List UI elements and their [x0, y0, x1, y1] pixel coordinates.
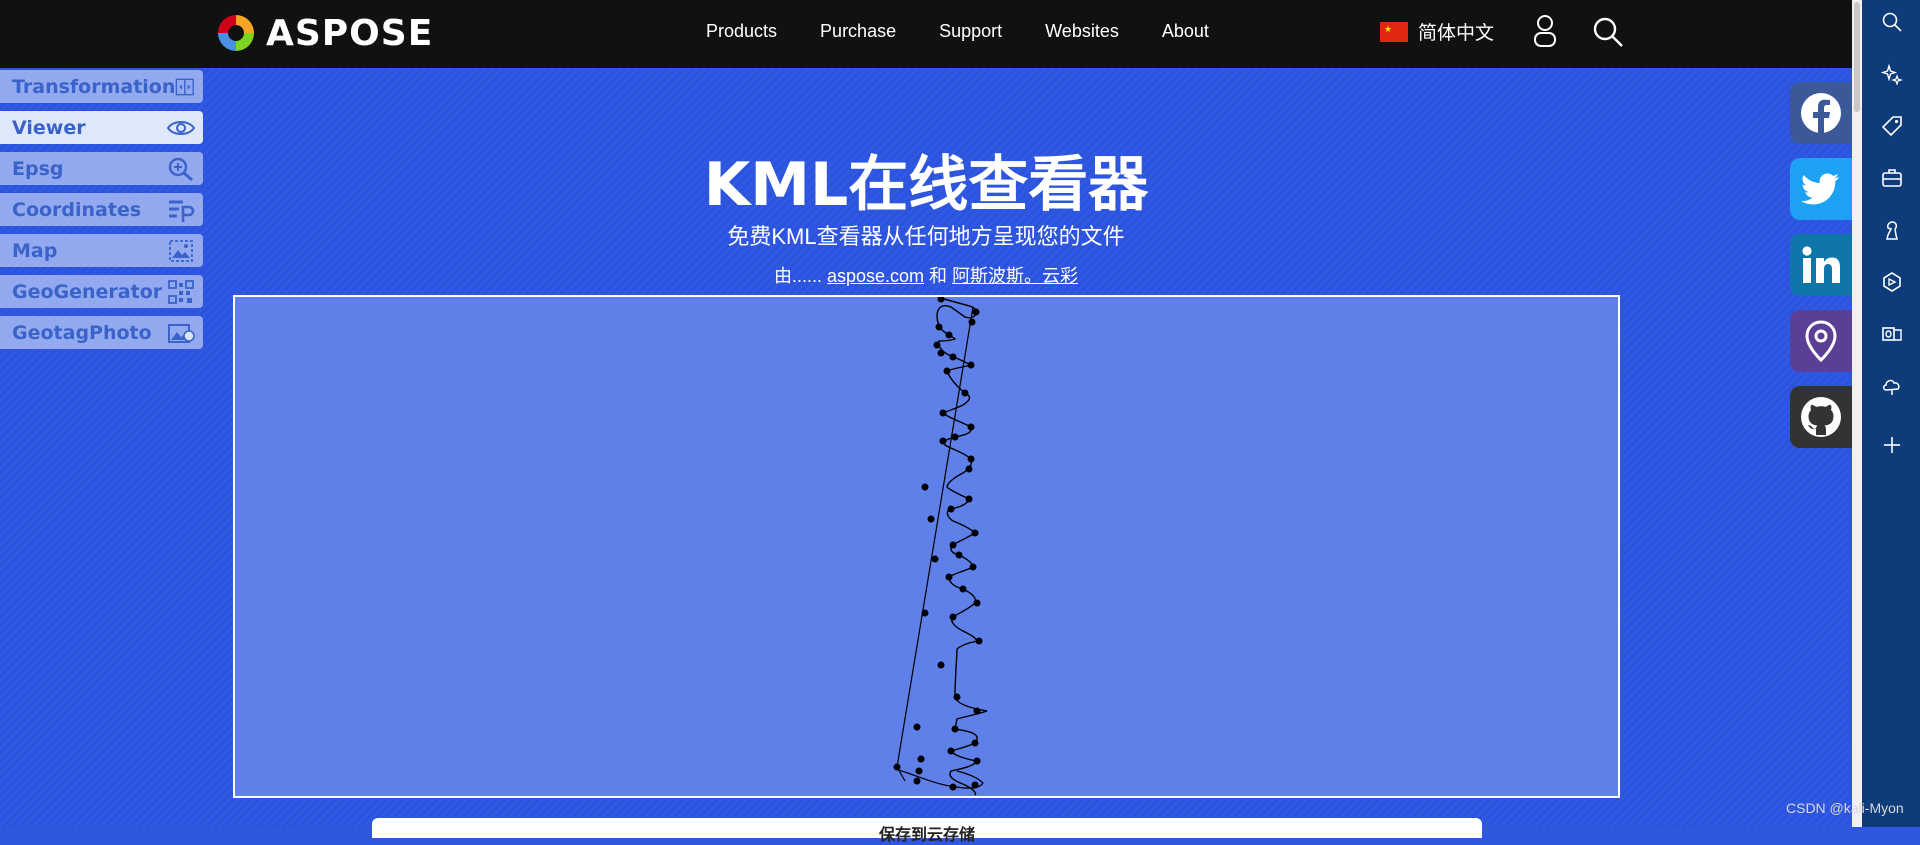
chess-icon[interactable]: [1881, 219, 1903, 241]
aspose-logo-icon: [216, 13, 256, 53]
outlook-icon[interactable]: [1881, 323, 1903, 345]
sparkle-icon[interactable]: [1881, 63, 1903, 85]
location-share-button[interactable]: [1790, 310, 1852, 372]
location-pin-icon: [1805, 320, 1837, 363]
linkedin-share-button[interactable]: [1790, 234, 1852, 296]
nav-products[interactable]: Products: [706, 21, 777, 42]
nav-websites[interactable]: Websites: [1045, 21, 1119, 42]
add-icon[interactable]: [1881, 434, 1903, 456]
toolbox-icon[interactable]: [1881, 167, 1903, 189]
nav-purchase[interactable]: Purchase: [820, 21, 896, 42]
tool-label: Transformation: [12, 75, 176, 98]
tool-label: GeotagPhoto: [12, 321, 152, 344]
page-title: KML在线查看器: [703, 150, 1149, 220]
kml-viewer-canvas[interactable]: [233, 295, 1620, 798]
byline-prefix: 由......: [773, 266, 822, 286]
main-nav: Products Purchase Support Websites About: [706, 0, 1209, 62]
page-scrollbar[interactable]: [1852, 0, 1862, 827]
facebook-icon: [1801, 93, 1841, 135]
scrollbar-thumb[interactable]: [1854, 2, 1860, 112]
aspose-cloud-link[interactable]: 阿斯波斯。云彩: [952, 266, 1078, 286]
byline-and: 和: [929, 266, 948, 286]
social-share-bar: [1790, 82, 1852, 462]
search-icon[interactable]: [1592, 16, 1624, 48]
logo-text: ASPOSE: [266, 12, 434, 54]
watermark: CSDN @kali-Myon: [1786, 800, 1904, 816]
language-label: 简体中文: [1418, 23, 1495, 44]
nav-support[interactable]: Support: [939, 21, 1002, 42]
save-to-cloud-button[interactable]: 保存到云存储: [372, 818, 1482, 844]
photo-tag-icon: [168, 323, 195, 343]
aspose-com-link[interactable]: aspose.com: [827, 266, 924, 286]
aspose-logo[interactable]: ASPOSE: [214, 11, 433, 55]
github-share-button[interactable]: [1790, 386, 1852, 448]
cloud-bell-icon[interactable]: [1881, 375, 1903, 397]
github-icon: [1801, 397, 1841, 437]
facebook-share-button[interactable]: [1790, 82, 1852, 144]
user-icon[interactable]: [1532, 14, 1558, 48]
search-icon[interactable]: [1881, 11, 1903, 33]
tool-transformation[interactable]: Transformation: [0, 70, 203, 103]
page-subtitle: 免费KML查看器从任何地方呈现您的文件: [727, 224, 1125, 249]
transformation-icon: [176, 78, 195, 95]
nav-about[interactable]: About: [1162, 21, 1209, 42]
kml-track-drawing: [893, 297, 988, 796]
tool-geotagphoto[interactable]: GeotagPhoto: [0, 316, 203, 349]
linkedin-icon: [1802, 246, 1840, 283]
browser-sidebar: [1862, 0, 1920, 827]
save-to-cloud-label: 保存到云存储: [878, 827, 975, 844]
china-flag-icon: ★: [1380, 21, 1408, 42]
tag-icon[interactable]: [1881, 115, 1903, 137]
top-navbar: ASPOSE Products Purchase Support Website…: [0, 0, 1852, 68]
language-selector[interactable]: ★ 简体中文: [1380, 18, 1494, 45]
copilot-icon[interactable]: [1881, 271, 1903, 293]
byline: 由...... aspose.com 和 阿斯波斯。云彩: [0, 262, 1852, 288]
twitter-icon: [1801, 173, 1839, 205]
twitter-share-button[interactable]: [1790, 158, 1852, 220]
